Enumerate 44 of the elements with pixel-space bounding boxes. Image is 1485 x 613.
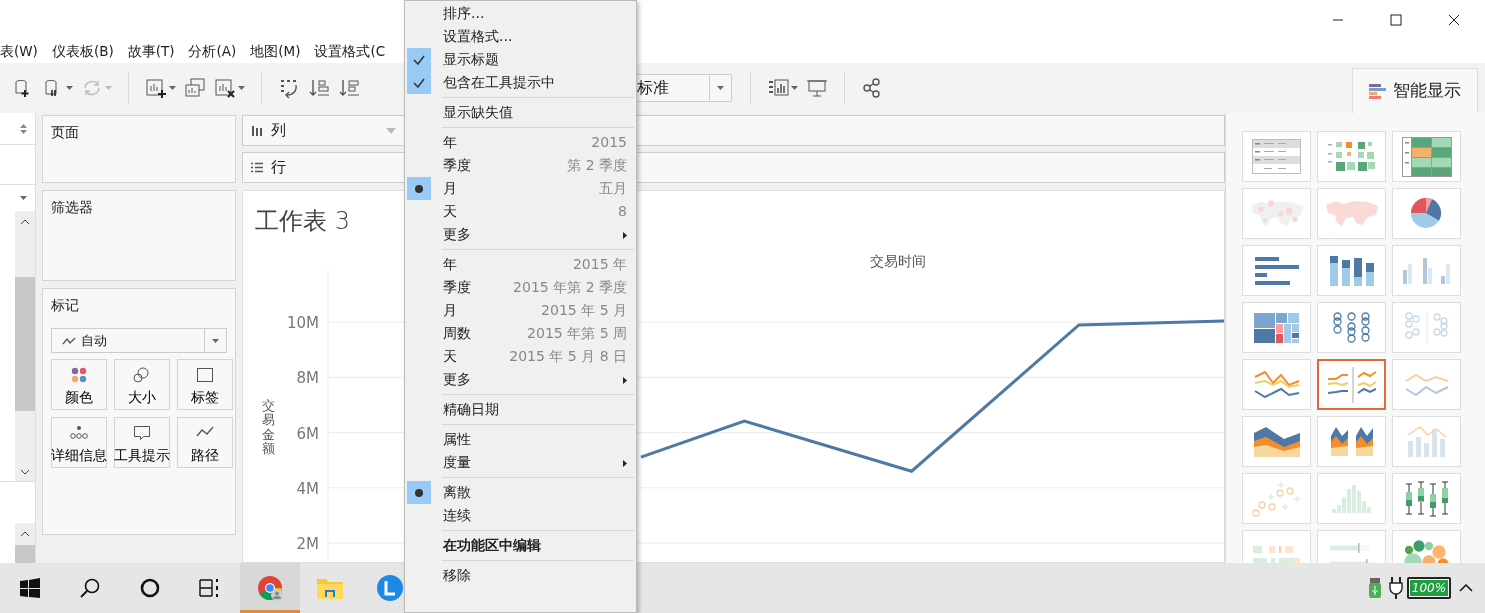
menu-item[interactable]: 季度 2015 年第 2 季度 (405, 276, 636, 299)
mark-property-button[interactable]: 工具提示 (114, 417, 170, 468)
menu-item[interactable]: 离散 (405, 481, 636, 504)
card-title: 标记 (51, 296, 80, 315)
menu-item[interactable]: 设置格式(C (314, 41, 386, 62)
menu-item[interactable]: 天 8 (405, 200, 636, 223)
mark-property-button[interactable]: 标签 (177, 359, 233, 410)
menu-item[interactable]: 显示标题 (405, 48, 636, 71)
card-title: 页面 (51, 123, 80, 142)
menu-item[interactable]: 在功能区中编辑 (405, 534, 636, 557)
axis-title: 交易金额 (262, 399, 275, 457)
mark-property-button[interactable]: 详细信息 (51, 417, 107, 468)
card-title: 筛选器 (51, 198, 94, 217)
axis-title: 交易时间 (870, 253, 926, 269)
menu-item[interactable]: 天 2015 年 5 月 8 日 (405, 345, 636, 368)
mark-property-button[interactable]: 路径 (177, 417, 233, 468)
menu-item[interactable]: 更多 (405, 223, 636, 246)
mark-property-button[interactable]: 颜色 (51, 359, 107, 410)
menu-item[interactable]: 精确日期 (405, 398, 636, 421)
axis-tick-label: 4M (296, 479, 319, 498)
menu-item[interactable]: 移除 (405, 564, 636, 587)
sheet-title: 工作表 3 (255, 206, 350, 237)
menu-item[interactable]: 更多 (405, 368, 636, 391)
axis-tick-label: 6M (296, 424, 319, 443)
menu-item[interactable]: 季度 第 2 季度 (405, 154, 636, 177)
menu-item[interactable]: 仪表板(B) (51, 41, 114, 62)
menu-item[interactable]: 周数 2015 年第 5 周 (405, 322, 636, 345)
axis-tick-label: 10M (286, 314, 319, 333)
menu-item[interactable]: 故事(T) (127, 41, 175, 62)
menu-item[interactable]: 属性 (405, 428, 636, 451)
axis-tick-label: 8M (296, 369, 319, 388)
menu-item[interactable]: 表(W) (0, 41, 38, 62)
menu-item[interactable]: 月 2015 年 5 月 (405, 299, 636, 322)
menu-item[interactable]: 地图(M) (250, 41, 301, 62)
menu-item[interactable]: 排序... (405, 2, 636, 25)
menu-item[interactable]: 连续 (405, 504, 636, 527)
menu-item[interactable]: 分析(A) (188, 41, 237, 62)
mark-type-dropdown[interactable]: 自动 (51, 328, 227, 353)
menu-item[interactable]: 年 2015 年 (405, 253, 636, 276)
menu-item[interactable]: 度量 (405, 451, 636, 474)
menu-item[interactable]: 设置格式... (405, 25, 636, 48)
show-me-tab[interactable]: 智能显示 (1352, 68, 1478, 113)
axis-tick-label: 2M (296, 535, 319, 553)
mark-property-button[interactable]: 大小 (114, 359, 170, 410)
